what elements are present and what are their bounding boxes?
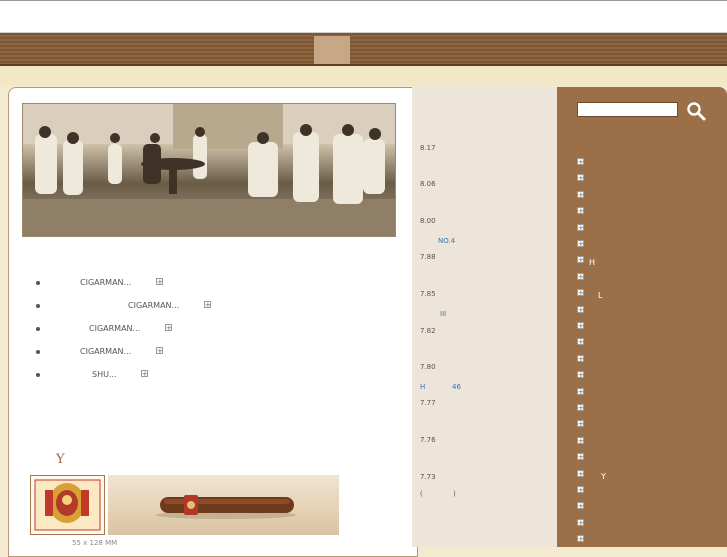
- top-bar: [0, 0, 727, 33]
- expand-icon[interactable]: +: [165, 324, 172, 332]
- list-item-label[interactable]: CIGARMAN...: [89, 324, 140, 333]
- rank-score: 7.77: [420, 399, 436, 407]
- bullet-dot: [36, 373, 40, 377]
- sidebar-expand-icon[interactable]: +: [577, 240, 584, 248]
- historic-photo: [22, 103, 396, 237]
- brand-logo-thumbnail[interactable]: [30, 475, 105, 535]
- banner-caption: 55 x 128 MM: [72, 539, 118, 547]
- rank-score: 7.85: [420, 290, 436, 298]
- sidebar-label[interactable]: Y: [601, 472, 606, 481]
- rank-link[interactable]: NO.4: [438, 237, 455, 245]
- expand-icon[interactable]: +: [204, 301, 211, 309]
- nav-band: [0, 33, 727, 66]
- rank-score: 8.06: [420, 180, 436, 188]
- bullet-dot: [36, 350, 40, 354]
- list-item-label[interactable]: CIGARMAN...: [80, 347, 131, 356]
- sidebar-expand-icon[interactable]: +: [577, 305, 584, 313]
- rank-score: 8.00: [420, 217, 436, 225]
- bullet-dot: [36, 304, 40, 308]
- sidebar-expand-icon[interactable]: +: [577, 453, 584, 461]
- sidebar-expand-icon[interactable]: +: [577, 338, 584, 346]
- paren-open: (: [420, 490, 423, 498]
- sidebar-expand-icon[interactable]: +: [577, 322, 584, 330]
- sidebar-label[interactable]: L: [598, 291, 602, 300]
- sidebar-expand-icon[interactable]: +: [577, 272, 584, 280]
- sidebar-expand-icon[interactable]: +: [577, 518, 584, 526]
- search-icon[interactable]: [686, 101, 706, 121]
- list-item-label[interactable]: CIGARMAN...: [128, 301, 179, 310]
- expand-icon[interactable]: +: [156, 278, 163, 286]
- cigar-banner[interactable]: [108, 475, 339, 535]
- sidebar-expand-icon[interactable]: +: [577, 486, 584, 494]
- expand-icon[interactable]: +: [156, 347, 163, 355]
- expand-icon[interactable]: +: [141, 370, 148, 378]
- sidebar-expand-icon[interactable]: +: [577, 420, 584, 428]
- sidebar-expand-icon[interactable]: +: [577, 436, 584, 444]
- sidebar-expand-icon[interactable]: +: [577, 207, 584, 215]
- sidebar-expand-icon[interactable]: +: [577, 371, 584, 379]
- search-input[interactable]: [577, 102, 678, 117]
- sidebar-expand-icon[interactable]: +: [577, 256, 584, 264]
- list-item-label[interactable]: CIGARMAN...: [80, 278, 131, 287]
- sidebar-expand-icon[interactable]: +: [577, 404, 584, 412]
- bullet-dot: [36, 281, 40, 285]
- section-title: Y: [56, 452, 65, 467]
- paren-close: ): [453, 490, 456, 498]
- rank-link[interactable]: III: [440, 310, 446, 318]
- rank-score: 7.73: [420, 473, 436, 481]
- rank-score: 7.88: [420, 253, 436, 261]
- sidebar-expand-icon[interactable]: +: [577, 354, 584, 362]
- sidebar-expand-icon[interactable]: +: [577, 190, 584, 198]
- rank-score: 7.82: [420, 327, 436, 335]
- right-sidebar: [557, 87, 727, 547]
- sidebar-expand-icon[interactable]: +: [577, 469, 584, 477]
- sidebar-expand-icon[interactable]: +: [577, 158, 584, 166]
- sidebar-label[interactable]: H: [589, 258, 595, 267]
- list-item-label[interactable]: SHU...: [92, 370, 117, 379]
- rank-score: 7.76: [420, 436, 436, 444]
- bullet-dot: [36, 327, 40, 331]
- sidebar-expand-icon[interactable]: +: [577, 535, 584, 543]
- rank-link[interactable]: 46: [452, 383, 461, 391]
- cream-strip: [0, 66, 727, 86]
- sidebar-expand-icon[interactable]: +: [577, 387, 584, 395]
- rank-score: 8.17: [420, 144, 436, 152]
- sidebar-expand-icon[interactable]: +: [577, 502, 584, 510]
- rank-link[interactable]: H: [420, 383, 425, 391]
- nav-item-active[interactable]: [314, 36, 350, 64]
- rank-score: 7.80: [420, 363, 436, 371]
- sidebar-expand-icon[interactable]: +: [577, 174, 584, 182]
- sidebar-expand-icon[interactable]: +: [577, 289, 584, 297]
- sidebar-expand-icon[interactable]: +: [577, 223, 584, 231]
